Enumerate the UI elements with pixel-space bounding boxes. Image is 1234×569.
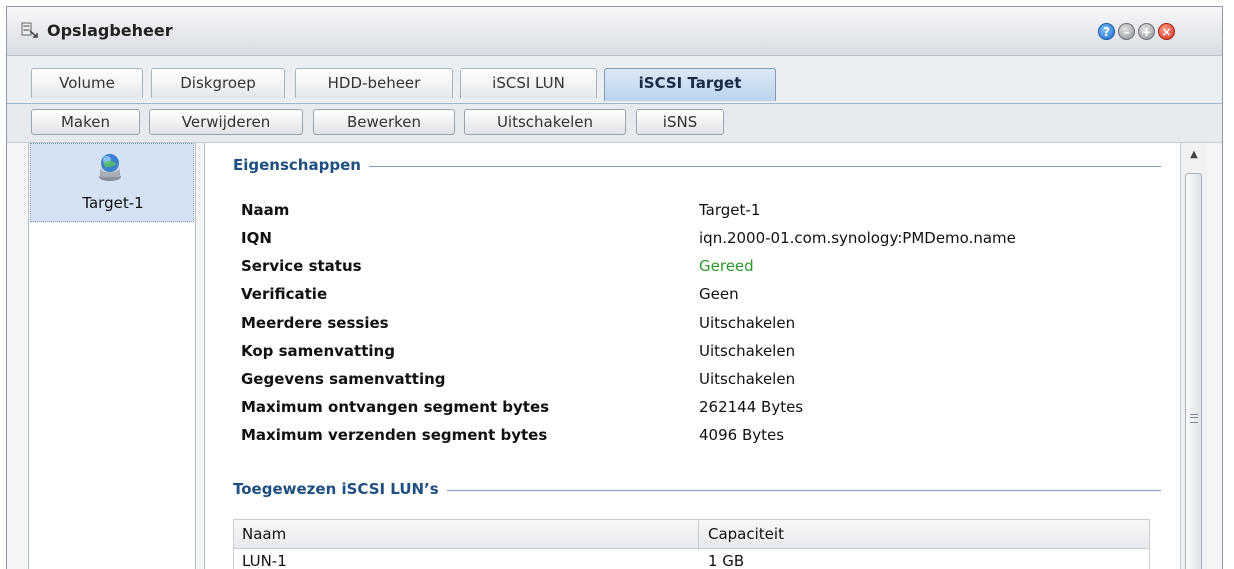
- storage-manager-app-icon: [21, 22, 38, 38]
- property-value-data-digest: Uitschakelen: [699, 370, 796, 388]
- close-icon[interactable]: ×: [1158, 23, 1175, 40]
- property-label-max-send-segment: Maximum verzenden segment bytes: [241, 426, 548, 444]
- property-label-max-recv-segment: Maximum ontvangen segment bytes: [241, 398, 550, 416]
- lun-capacity-cell: 1 GB: [708, 552, 745, 569]
- disable-button[interactable]: Uitschakelen: [464, 109, 626, 135]
- property-value-verification: Geen: [699, 285, 739, 303]
- property-value-multiple-sessions: Uitschakelen: [699, 314, 796, 332]
- lun-name-cell: LUN-1: [242, 552, 287, 569]
- lun-table: Naam Capaciteit LUN-1 1 GB: [233, 519, 1150, 569]
- isns-button[interactable]: iSNS: [636, 109, 724, 135]
- property-label-iqn: IQN: [241, 229, 272, 247]
- table-row[interactable]: LUN-1 1 GB: [234, 549, 1149, 569]
- column-header-name[interactable]: Naam: [242, 525, 286, 543]
- luns-section-title: Toegewezen iSCSI LUN’s: [233, 480, 447, 498]
- tab-diskgroep[interactable]: Diskgroep: [151, 68, 285, 98]
- sidebar-item-label: Target-1: [82, 194, 144, 212]
- tab-bar: Volume Diskgroep HDD-beheer iSCSI LUN iS…: [7, 56, 1222, 105]
- properties-panel: Eigenschappen Naam Target-1 IQN iqn.2000…: [204, 143, 1180, 569]
- scrollbar-grip-icon: [1190, 414, 1198, 423]
- sidebar-item-target-1[interactable]: Target-1: [30, 143, 194, 222]
- help-icon[interactable]: ?: [1098, 23, 1115, 40]
- property-label-name: Naam: [241, 201, 290, 219]
- property-label-service-status: Service status: [241, 257, 362, 275]
- title-bar[interactable]: Opslagbeheer ? – + ×: [7, 7, 1222, 56]
- property-value-header-digest: Uitschakelen: [699, 342, 796, 360]
- property-value-name: Target-1: [699, 201, 761, 219]
- property-value-max-recv-segment: 262144 Bytes: [699, 398, 804, 416]
- property-value-service-status: Gereed: [699, 257, 754, 275]
- vertical-scrollbar[interactable]: ▲: [1180, 143, 1207, 569]
- table-header: Naam Capaciteit: [234, 520, 1149, 549]
- column-separator: [698, 520, 699, 548]
- property-label-multiple-sessions: Meerdere sessies: [241, 314, 389, 332]
- scrollbar-thumb[interactable]: [1185, 173, 1202, 569]
- property-label-header-digest: Kop samenvatting: [241, 342, 395, 360]
- toolbar: Maken Verwijderen Bewerken Uitschakelen …: [7, 104, 1222, 143]
- scroll-up-arrow-icon[interactable]: ▲: [1181, 143, 1207, 167]
- section-divider: [233, 166, 1161, 167]
- tab-iscsi-target[interactable]: iSCSI Target: [604, 68, 776, 101]
- minimize-icon[interactable]: –: [1118, 23, 1135, 40]
- target-list: Target-1: [28, 143, 196, 569]
- tab-hdd-beheer[interactable]: HDD-beheer: [295, 68, 453, 98]
- edit-button[interactable]: Bewerken: [313, 109, 455, 135]
- property-value-max-send-segment: 4096 Bytes: [699, 426, 785, 444]
- create-button[interactable]: Maken: [31, 109, 140, 135]
- property-label-data-digest: Gegevens samenvatting: [241, 370, 446, 388]
- tab-iscsi-lun[interactable]: iSCSI LUN: [460, 68, 597, 98]
- properties-section-title: Eigenschappen: [233, 156, 369, 174]
- property-value-iqn: iqn.2000-01.com.synology:PMDemo.name: [699, 229, 1016, 247]
- maximize-icon[interactable]: +: [1138, 23, 1155, 40]
- tab-volume[interactable]: Volume: [31, 68, 143, 98]
- globe-target-icon: [99, 154, 121, 181]
- window-title: Opslagbeheer: [47, 21, 173, 40]
- column-header-capacity[interactable]: Capaciteit: [708, 525, 784, 543]
- property-label-verification: Verificatie: [241, 285, 328, 303]
- delete-button[interactable]: Verwijderen: [149, 109, 303, 135]
- storage-manager-window: Opslagbeheer ? – + × Volume Diskgroep HD…: [6, 6, 1223, 569]
